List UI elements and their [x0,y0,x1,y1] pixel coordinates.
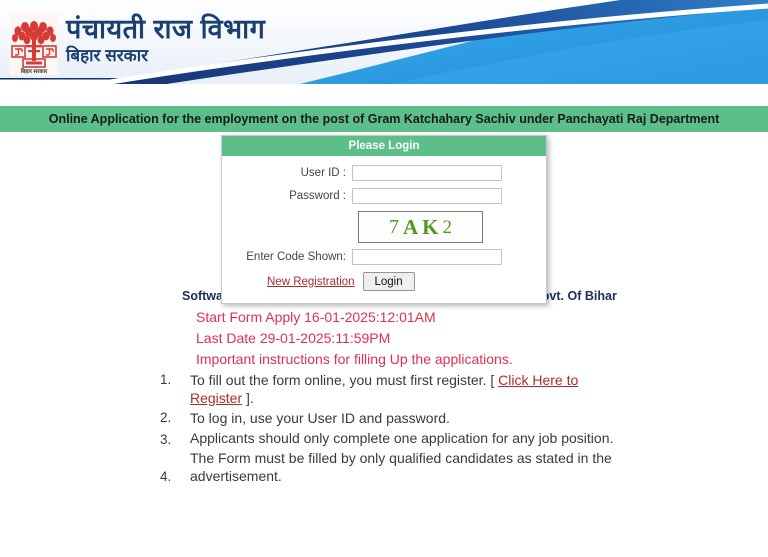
user-id-row: User ID : [222,165,546,181]
list-item: 1. To fill out the form online, you must… [160,372,618,408]
announcement-banner: Online Application for the employment on… [0,106,768,132]
login-section: Please Login User ID : Password : 7 A K … [0,132,768,304]
instructions-section: Software Solution Provided by Panchayat … [0,289,768,485]
emblem-caption: बिहार सरकार [20,67,48,75]
user-id-input[interactable] [352,165,502,181]
captcha-code-row: Enter Code Shown: [222,249,546,265]
list-item-number: 1. [160,372,172,387]
login-form: User ID : Password : 7 A K 2 Enter Code … [222,156,546,303]
captcha-char-3: K [422,214,439,239]
captcha-char-4: 2 [442,216,453,238]
list-item-number: 3. [160,431,172,447]
user-id-label: User ID : [300,167,346,179]
password-row: Password : [222,188,546,204]
list-item-text-before: To fill out the form online, you must fi… [190,372,499,388]
captcha-code-input[interactable] [352,249,502,265]
instructions-list: 1. To fill out the form online, you must… [0,372,768,485]
site-header: बिहार सरकार पंचायती राज विभाग बिहार सरका… [0,0,768,88]
login-panel: Please Login User ID : Password : 7 A K … [221,135,547,304]
department-subtitle-hindi: बिहार सरकार [66,46,149,65]
list-item: 2. To log in, use your User ID and passw… [160,410,618,428]
captcha-image: 7 A K 2 [358,211,483,243]
list-item-text-after: ]. [242,389,254,406]
captcha-char-1: 7 [388,216,399,238]
instructions-heading: Important instructions for filling Up th… [196,351,513,367]
login-actions-row: New Registration Login [222,272,546,291]
captcha-spacer [222,211,358,243]
department-title-block: पंचायती राज विभाग बिहार सरकार [66,14,266,65]
list-item-text: The Form must be filled by only qualifie… [190,449,612,484]
new-registration-link[interactable]: New Registration [267,276,355,288]
list-item-text: Applicants should only complete one appl… [190,429,614,446]
list-item-number: 2. [160,409,172,425]
login-panel-title: Please Login [222,136,546,156]
captcha-code-label: Enter Code Shown: [246,251,346,263]
announcement-banner-text: Online Application for the employment on… [48,112,720,126]
department-title-hindi: पंचायती राज विभाग [66,14,266,44]
password-label: Password : [289,190,346,202]
captcha-row: 7 A K 2 [222,211,546,243]
start-date-line: Start Form Apply 16-01-2025:12:01AM [196,309,436,325]
captcha-char-2: A [402,214,419,239]
last-date-line: Last Date 29-01-2025:11:59PM [196,330,391,346]
list-item: 4. The Form must be filled by only quali… [160,450,618,486]
list-item: 3. Applicants should only complete one a… [160,430,618,448]
list-item-text: To log in, use your User ID and password… [190,409,450,426]
bihar-emblem-icon: बिहार सरकार [10,13,58,75]
list-item-text: To fill out the form online, you must fi… [190,372,618,408]
list-item-number: 4. [160,469,172,485]
password-input[interactable] [352,188,502,204]
login-button[interactable]: Login [362,272,415,291]
